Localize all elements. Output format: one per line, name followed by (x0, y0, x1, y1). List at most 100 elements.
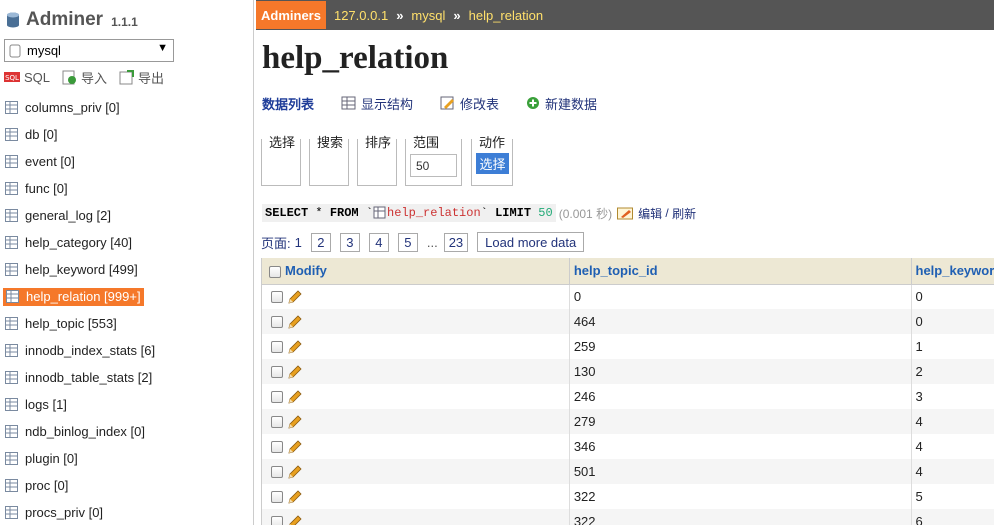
page-link[interactable]: 5 (397, 232, 418, 252)
sidebar-table-link[interactable]: func [0] (5, 181, 68, 196)
sql-command-link[interactable]: SQL SQL (4, 70, 50, 85)
column-header-help-topic-id[interactable]: help_topic_id (569, 258, 912, 285)
cell-help-topic-id[interactable]: 464 (569, 309, 912, 334)
row-checkbox[interactable] (271, 315, 283, 328)
edit-pencil-icon[interactable] (287, 389, 303, 405)
row-checkbox[interactable] (271, 440, 283, 453)
edit-pencil-icon[interactable] (287, 364, 303, 380)
row-checkbox[interactable] (271, 465, 283, 478)
sidebar-table-item[interactable]: procs_priv [0] (0, 499, 254, 525)
sidebar-table-link[interactable]: proc [0] (5, 478, 68, 493)
cell-help-keyword-id[interactable]: 0 (911, 284, 994, 309)
search-fieldset[interactable]: 搜索 (309, 132, 349, 186)
sidebar-table-item[interactable]: general_log [2] (0, 202, 254, 229)
sidebar-table-item[interactable]: innodb_table_stats [2] (0, 364, 254, 391)
edit-pencil-icon[interactable] (287, 439, 303, 455)
breadcrumb-server[interactable]: 127.0.0.1 (334, 8, 388, 23)
sidebar-table-item[interactable]: func [0] (0, 175, 254, 202)
sidebar-table-link[interactable]: logs [1] (5, 397, 67, 412)
sidebar-table-item[interactable]: ndb_binlog_index [0] (0, 418, 254, 445)
sidebar-table-link[interactable]: plugin [0] (5, 451, 78, 466)
select-all-checkbox[interactable] (269, 265, 281, 278)
sidebar-table-item[interactable]: help_keyword [499] (0, 256, 254, 283)
edit-pencil-icon[interactable] (287, 339, 303, 355)
cell-help-topic-id[interactable]: 322 (569, 509, 912, 525)
import-link[interactable]: 导入 (62, 68, 107, 87)
cell-help-topic-id[interactable]: 246 (569, 384, 912, 409)
sidebar-table-link[interactable]: db [0] (5, 127, 58, 142)
app-name[interactable]: Adminer (26, 9, 103, 31)
sidebar-table-item[interactable]: help_topic [553] (0, 310, 254, 337)
sidebar-table-link[interactable]: help_relation [999+] (3, 287, 144, 306)
row-checkbox[interactable] (271, 291, 283, 304)
cell-help-keyword-id[interactable]: 4 (911, 459, 994, 484)
select-fieldset[interactable]: 选择 (261, 132, 301, 186)
edit-pencil-icon[interactable] (287, 314, 303, 330)
sort-legend[interactable]: 排序 (364, 132, 393, 151)
page-link[interactable]: 4 (368, 232, 389, 252)
cell-help-topic-id[interactable]: 259 (569, 334, 912, 359)
cell-help-keyword-id[interactable]: 3 (911, 384, 994, 409)
select-submit-button[interactable]: 选择 (476, 153, 509, 174)
export-link[interactable]: 导出 (119, 68, 164, 87)
sidebar-table-item[interactable]: plugin [0] (0, 445, 254, 472)
cell-help-keyword-id[interactable]: 0 (911, 309, 994, 334)
edit-pencil-icon[interactable] (287, 414, 303, 430)
data-list-link[interactable]: 数据列表 (262, 94, 314, 113)
sidebar-table-link[interactable]: columns_priv [0] (5, 100, 120, 115)
cell-help-topic-id[interactable]: 279 (569, 409, 912, 434)
sidebar-table-item[interactable]: event [0] (0, 148, 254, 175)
alter-table-link[interactable]: 修改表 (440, 94, 499, 113)
search-legend[interactable]: 搜索 (316, 132, 345, 151)
sidebar-table-link[interactable]: help_keyword [499] (5, 262, 138, 277)
select-legend[interactable]: 选择 (268, 132, 297, 151)
edit-pencil-icon[interactable] (287, 514, 303, 525)
modify-header-label[interactable]: Modify (285, 263, 327, 278)
row-checkbox[interactable] (271, 415, 283, 428)
cell-help-topic-id[interactable]: 346 (569, 434, 912, 459)
row-checkbox[interactable] (271, 515, 283, 525)
row-checkbox[interactable] (271, 365, 283, 378)
limit-input[interactable]: 50 (410, 154, 457, 177)
page-link[interactable]: 2 (310, 232, 331, 252)
sidebar-table-link[interactable]: help_category [40] (5, 235, 132, 250)
sidebar-table-link[interactable]: innodb_index_stats [6] (5, 343, 155, 358)
refresh-link[interactable]: 刷新 (672, 205, 696, 222)
sidebar-table-link[interactable]: help_topic [553] (5, 316, 117, 331)
sidebar-table-link[interactable]: event [0] (5, 154, 75, 169)
cell-help-topic-id[interactable]: 130 (569, 359, 912, 384)
cell-help-keyword-id[interactable]: 2 (911, 359, 994, 384)
column-header-help-keyword-id[interactable]: help_keyword_id (911, 258, 994, 285)
sidebar-table-link[interactable]: procs_priv [0] (5, 505, 103, 520)
cell-help-topic-id[interactable]: 0 (569, 284, 912, 309)
sort-fieldset[interactable]: 排序 (357, 132, 397, 186)
row-checkbox[interactable] (271, 490, 283, 503)
last-page-link[interactable]: 23 (443, 232, 469, 252)
sidebar-table-link[interactable]: innodb_table_stats [2] (5, 370, 152, 385)
sidebar-table-item[interactable]: help_relation [999+] (0, 283, 254, 310)
cell-help-keyword-id[interactable]: 1 (911, 334, 994, 359)
sidebar-table-item[interactable]: db [0] (0, 121, 254, 148)
sidebar-table-item[interactable]: innodb_index_stats [6] (0, 337, 254, 364)
edit-pencil-icon[interactable] (287, 464, 303, 480)
sql-table-name[interactable]: help_relation (387, 206, 481, 220)
new-item-link[interactable]: 新建数据 (526, 94, 597, 113)
breadcrumb-database[interactable]: mysql (411, 8, 445, 23)
cell-help-keyword-id[interactable]: 4 (911, 409, 994, 434)
edit-sql-link[interactable]: 编辑 (638, 205, 662, 222)
row-checkbox[interactable] (271, 390, 283, 403)
page-link[interactable]: 3 (339, 232, 360, 252)
edit-pencil-icon[interactable] (287, 489, 303, 505)
sidebar-table-item[interactable]: logs [1] (0, 391, 254, 418)
sidebar-table-item[interactable]: columns_priv [0] (0, 94, 254, 121)
cell-help-topic-id[interactable]: 501 (569, 459, 912, 484)
database-select[interactable]: mysql ▼ (4, 39, 174, 62)
cell-help-keyword-id[interactable]: 6 (911, 509, 994, 525)
sidebar-table-link[interactable]: ndb_binlog_index [0] (5, 424, 145, 439)
cell-help-keyword-id[interactable]: 4 (911, 434, 994, 459)
cell-help-keyword-id[interactable]: 5 (911, 484, 994, 509)
show-structure-link[interactable]: 显示结构 (341, 94, 413, 113)
breadcrumb-home[interactable]: Adminers (256, 1, 326, 29)
sidebar-table-item[interactable]: proc [0] (0, 472, 254, 499)
sidebar-table-link[interactable]: general_log [2] (5, 208, 111, 223)
